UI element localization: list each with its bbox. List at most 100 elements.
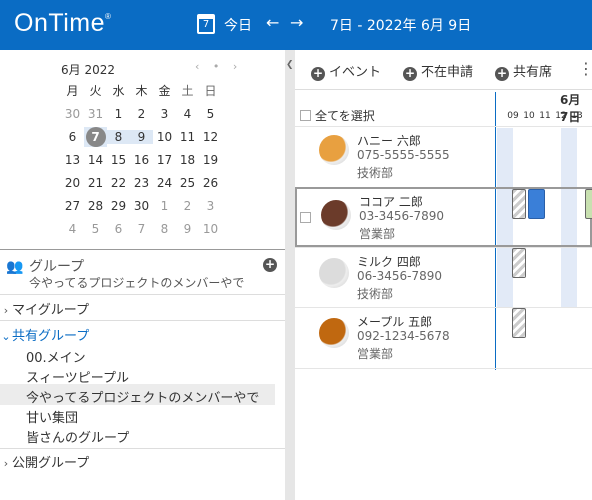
group-item[interactable]: 皆さんのグループ (26, 427, 129, 446)
calendar-day[interactable]: 7 (84, 126, 107, 147)
calendar-day[interactable]: 1 (153, 199, 176, 213)
calendar-icon[interactable]: 7 (197, 14, 215, 34)
calendar-day[interactable]: 19 (199, 153, 222, 167)
panel-splitter[interactable] (285, 50, 295, 500)
calendar-day[interactable]: 27 (61, 199, 84, 213)
calendar-day[interactable]: 31 (84, 107, 107, 121)
calendar-day[interactable]: 10 (199, 222, 222, 236)
divider (0, 294, 285, 295)
plus-icon: + (311, 66, 325, 81)
calendar-day[interactable]: 5 (199, 107, 222, 121)
my-group-toggle[interactable]: › マイグループ (0, 299, 285, 318)
calendar-day[interactable]: 17 (153, 153, 176, 167)
calendar-day[interactable]: 25 (176, 176, 199, 190)
plus-icon: + (403, 66, 417, 81)
shared-seat-button[interactable]: + 共有席 (495, 61, 552, 81)
today-button[interactable]: 今日 (224, 15, 252, 35)
group-icon: 👥 (6, 259, 24, 275)
calendar-day[interactable]: 12 (199, 130, 222, 144)
calendar-day[interactable]: 8 (153, 222, 176, 236)
chevron-right-icon: › (3, 457, 9, 470)
calendar-day[interactable]: 1 (107, 107, 130, 121)
calendar-day[interactable]: 18 (176, 153, 199, 167)
calendar-day[interactable]: 16 (130, 153, 153, 167)
calendar-day[interactable]: 29 (107, 199, 130, 213)
calendar-day[interactable]: 8 (107, 129, 130, 144)
calendar-day[interactable]: 26 (199, 176, 222, 190)
shared-group-toggle[interactable]: ⌄共有グループ (0, 325, 285, 344)
weekday-label: 金 (158, 84, 171, 98)
more-icon[interactable]: ⋮ (578, 59, 592, 78)
date-range-label: 7日 - 2022年 6月 9日 (330, 18, 472, 34)
divider (0, 249, 285, 250)
event-block[interactable] (512, 189, 526, 219)
add-event-button[interactable]: + イベント (311, 61, 381, 81)
calendar-day[interactable]: 15 (107, 153, 130, 167)
event-block[interactable] (528, 189, 545, 219)
event-block[interactable] (512, 308, 526, 338)
divider (0, 320, 285, 321)
calendar-day[interactable]: 13 (61, 153, 84, 167)
next-arrow-icon[interactable]: → (290, 13, 303, 32)
calendar-day[interactable]: 6 (61, 130, 84, 144)
divider (0, 448, 285, 449)
weekday-label: 木 (135, 84, 148, 98)
prev-arrow-icon[interactable]: ← (266, 13, 279, 32)
avatar (319, 135, 349, 165)
calendar-day[interactable]: 3 (153, 107, 176, 121)
calendar-day[interactable]: 7 (130, 222, 153, 236)
calendar-day[interactable]: 24 (153, 176, 176, 190)
group-item[interactable]: 00.メイン (26, 347, 86, 366)
calendar-day[interactable]: 4 (176, 107, 199, 121)
group-item-selected[interactable]: 今やってるプロジェクトのメンバーやで (0, 384, 275, 406)
row-checkbox[interactable] (300, 211, 315, 226)
event-block[interactable] (512, 248, 526, 278)
mini-calendar: 月火水木金土日 30 31 1 2 3 4 5 6 7 8 9 10 11 12 13 14 15 16 17 18 19… (61, 79, 222, 240)
toolbar: + イベント + 不在申請 + 共有席 ⋮ (295, 50, 592, 90)
person-row-selected[interactable]: ココア 二郎 03-3456-7890 営業部 (295, 187, 592, 247)
calendar-day[interactable]: 11 (176, 130, 199, 144)
mini-calendar-nav[interactable]: ‹ • › (195, 60, 242, 73)
chevron-right-icon: › (3, 304, 9, 317)
calendar-day[interactable]: 22 (107, 176, 130, 190)
calendar-day[interactable]: 9 (176, 222, 199, 236)
add-group-icon[interactable]: + (263, 258, 277, 272)
calendar-day[interactable]: 2 (130, 107, 153, 121)
calendar-day[interactable]: 30 (61, 107, 84, 121)
weekday-label: 水 (112, 84, 125, 98)
event-block[interactable] (585, 189, 592, 219)
calendar-day[interactable]: 28 (84, 199, 107, 213)
hour-labels: 09 10 11 12 13 (507, 111, 583, 121)
calendar-day[interactable]: 21 (84, 176, 107, 190)
person-row[interactable]: メープル 五郎 092-1234-5678 営業部 (295, 308, 592, 368)
top-bar: OnTime® 7 今日 ← → 7日 - 2022年 6月 9日 (0, 0, 592, 50)
weekday-label: 月 (66, 84, 79, 98)
calendar-day[interactable]: 3 (199, 199, 222, 213)
calendar-day[interactable]: 14 (84, 153, 107, 167)
group-title: グループ (29, 259, 85, 275)
public-group-toggle[interactable]: › 公開グループ (0, 452, 285, 471)
divider (295, 368, 592, 369)
calendar-day[interactable]: 30 (130, 199, 153, 213)
absence-request-button[interactable]: + 不在申請 (403, 61, 473, 81)
calendar-day[interactable]: 23 (130, 176, 153, 190)
chevron-down-icon: ⌄ (1, 330, 11, 343)
schedule-panel: + イベント + 不在申請 + 共有席 ⋮ 全てを選択 6月 7日 09 10 11 12 1… (295, 50, 592, 500)
avatar (319, 318, 349, 348)
avatar (321, 200, 351, 230)
calendar-day[interactable]: 5 (84, 222, 107, 236)
calendar-day[interactable]: 20 (61, 176, 84, 190)
calendar-day[interactable]: 10 (153, 130, 176, 144)
calendar-day[interactable]: 9 (130, 129, 153, 144)
select-all-checkbox[interactable]: 全てを選択 (300, 107, 375, 124)
person-row[interactable]: ハニー 六郎 075-5555-5555 技術部 (295, 127, 592, 187)
plus-icon: + (495, 66, 509, 81)
calendar-day[interactable]: 4 (61, 222, 84, 236)
ontime-logo[interactable]: OnTime® (14, 9, 111, 38)
calendar-day[interactable]: 6 (107, 222, 130, 236)
group-item[interactable]: 甘い集団 (26, 407, 78, 426)
calendar-day[interactable]: 2 (176, 199, 199, 213)
collapse-icon[interactable]: ❮ (286, 60, 294, 70)
checkbox-icon (300, 212, 311, 223)
person-row[interactable]: ミルク 四郎 06-3456-7890 技術部 (295, 248, 592, 308)
